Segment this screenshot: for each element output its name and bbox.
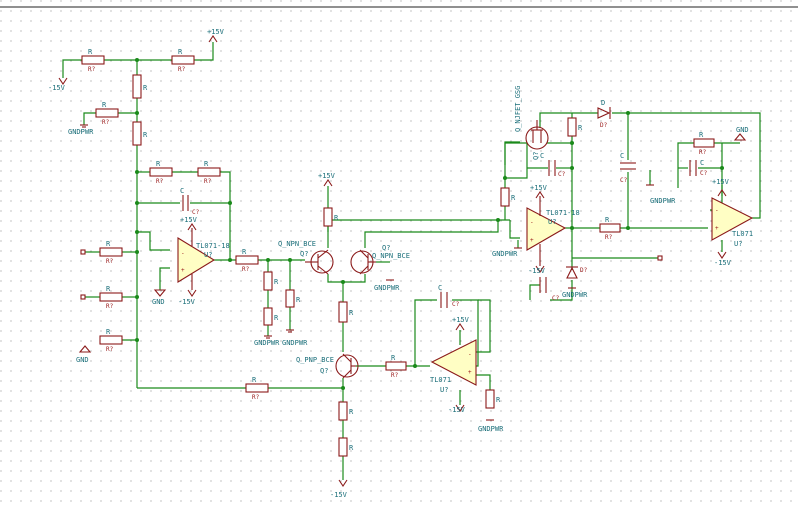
svg-text:GNDPWR: GNDPWR bbox=[650, 197, 676, 205]
svg-text:C: C bbox=[620, 152, 624, 160]
power-neg15-5: -15V bbox=[528, 265, 546, 275]
svg-text:Q?: Q? bbox=[382, 244, 390, 252]
svg-text:C?: C? bbox=[700, 170, 708, 177]
svg-text:-15V: -15V bbox=[448, 406, 466, 414]
svg-text:R?: R? bbox=[156, 178, 164, 185]
svg-text:D?: D? bbox=[580, 267, 588, 274]
svg-text:GNDPWR: GNDPWR bbox=[254, 339, 280, 347]
svg-text:C?: C? bbox=[558, 171, 566, 178]
svg-text:R?: R? bbox=[204, 178, 212, 185]
svg-text:+: + bbox=[715, 225, 719, 232]
svg-text:R?: R? bbox=[178, 66, 186, 73]
svg-text:GNDPWR: GNDPWR bbox=[562, 291, 588, 299]
svg-text:D?: D? bbox=[600, 122, 608, 129]
svg-text:U?: U? bbox=[440, 386, 448, 394]
svg-text:-15V: -15V bbox=[48, 84, 66, 92]
svg-text:GND: GND bbox=[76, 356, 89, 364]
svg-text:C?: C? bbox=[552, 295, 560, 302]
svg-text:R?: R? bbox=[391, 372, 399, 379]
svg-text:-: - bbox=[468, 351, 472, 358]
svg-text:C: C bbox=[438, 284, 442, 292]
svg-text:-: - bbox=[181, 250, 185, 257]
svg-text:+15V: +15V bbox=[452, 316, 470, 324]
schematic-canvas[interactable]: RR? RR? RR? RR? RR? RR? RR? RR? RR? RR? … bbox=[0, 0, 798, 506]
svg-text:GNDPWR: GNDPWR bbox=[374, 284, 400, 292]
svg-text:Q_PNP_BCE: Q_PNP_BCE bbox=[296, 356, 334, 364]
svg-text:C: C bbox=[700, 159, 704, 167]
svg-text:+: + bbox=[468, 369, 472, 376]
svg-text:U?: U? bbox=[548, 218, 556, 226]
svg-text:-15V: -15V bbox=[178, 298, 196, 306]
svg-text:+: + bbox=[181, 267, 185, 274]
svg-text:GNDPWR: GNDPWR bbox=[282, 339, 308, 347]
svg-text:+15V: +15V bbox=[318, 172, 336, 180]
svg-text:U?: U? bbox=[734, 240, 742, 248]
svg-text:R?: R? bbox=[242, 266, 250, 273]
svg-text:Q?: Q? bbox=[320, 367, 328, 375]
svg-text:-15V: -15V bbox=[330, 491, 348, 499]
svg-text:R?: R? bbox=[699, 149, 707, 156]
power-neg15-4: -15V bbox=[448, 404, 466, 414]
svg-text:GND: GND bbox=[152, 298, 165, 306]
svg-text:U?: U? bbox=[204, 251, 212, 259]
svg-text:R?: R? bbox=[106, 346, 114, 353]
svg-text:Q?: Q? bbox=[300, 250, 308, 258]
svg-text:R?: R? bbox=[605, 234, 613, 241]
svg-text:C?: C? bbox=[452, 301, 460, 308]
svg-text:R?: R? bbox=[106, 258, 114, 265]
svg-text:TL071: TL071 bbox=[732, 230, 753, 238]
svg-text:GNDPWR: GNDPWR bbox=[492, 250, 518, 258]
svg-text:C?: C? bbox=[620, 177, 628, 184]
svg-text:R?: R? bbox=[252, 394, 260, 401]
svg-text:GND: GND bbox=[736, 126, 749, 134]
svg-text:Q_NPN_BCE: Q_NPN_BCE bbox=[278, 240, 316, 248]
svg-text:Q_NPN_BCE: Q_NPN_BCE bbox=[372, 252, 410, 260]
svg-text:-: - bbox=[715, 207, 719, 214]
svg-text:+15V: +15V bbox=[712, 178, 730, 186]
svg-text:R?: R? bbox=[102, 119, 110, 126]
svg-text:D: D bbox=[601, 99, 605, 107]
svg-text:-: - bbox=[530, 219, 534, 226]
svg-text:+: + bbox=[530, 237, 534, 244]
svg-text:+15V: +15V bbox=[207, 28, 225, 36]
svg-text:C: C bbox=[180, 187, 184, 195]
svg-text:R?: R? bbox=[88, 66, 96, 73]
svg-text:GNDPWR: GNDPWR bbox=[478, 425, 504, 433]
svg-text:+15V: +15V bbox=[530, 184, 548, 192]
svg-text:Q_NJFET_GSG: Q_NJFET_GSG bbox=[514, 86, 522, 132]
svg-text:TL071: TL071 bbox=[430, 376, 451, 384]
svg-text:Q?: Q? bbox=[532, 152, 540, 160]
svg-text:R?: R? bbox=[106, 303, 114, 310]
svg-text:TL071-18: TL071-18 bbox=[196, 242, 230, 250]
svg-text:TL071-18: TL071-18 bbox=[546, 209, 580, 217]
svg-text:C?: C? bbox=[192, 209, 200, 216]
svg-text:+15V: +15V bbox=[180, 216, 198, 224]
svg-text:C: C bbox=[540, 152, 544, 160]
svg-text:GNDPWR: GNDPWR bbox=[68, 128, 94, 136]
svg-text:-15V: -15V bbox=[714, 259, 732, 267]
svg-text:-15V: -15V bbox=[528, 267, 546, 275]
